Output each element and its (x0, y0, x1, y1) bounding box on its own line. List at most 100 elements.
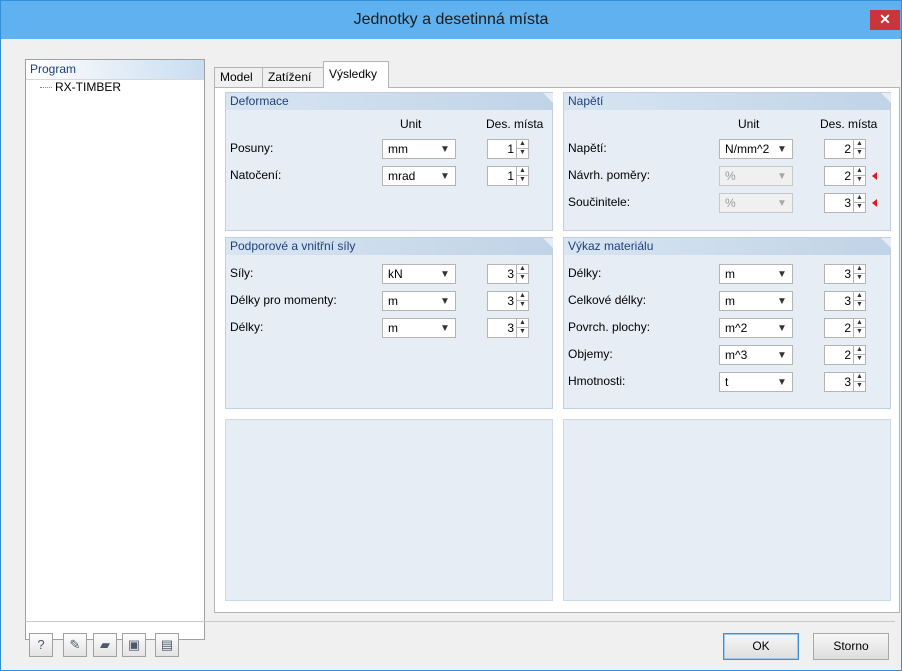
spin-down-icon[interactable]: ▼ (517, 328, 528, 337)
navrh-pomery-label: Návrh. poměry: (568, 168, 651, 182)
spin-down-icon[interactable]: ▼ (517, 149, 528, 158)
spin-up-icon[interactable]: ▲ (517, 265, 528, 274)
vykaz-delky-label: Délky: (568, 266, 602, 280)
sily-decimals-stepper[interactable]: 3 ▲ ▼ (487, 264, 529, 284)
hmotnosti-unit-value: t (725, 375, 729, 389)
objemy-label: Objemy: (568, 347, 613, 361)
tab-model[interactable]: Model (214, 67, 263, 87)
posuny-unit-select[interactable]: mm ▼ (382, 139, 456, 159)
spin-down-icon[interactable]: ▼ (517, 274, 528, 283)
chevron-down-icon: ▼ (777, 296, 787, 307)
save-icon: ▣ (127, 637, 141, 652)
group-napeti: Napětí Unit Des. místa Napětí: N/mm^2 ▼ 2… (563, 92, 891, 231)
chevron-down-icon: ▼ (777, 171, 787, 182)
navrh-pomery-decimals-value: 2 (844, 169, 851, 183)
spin-down-icon[interactable]: ▼ (854, 328, 865, 337)
celkove-delky-unit-select[interactable]: m ▼ (719, 291, 793, 311)
spin-down-icon[interactable]: ▼ (854, 382, 865, 391)
spin-down-icon[interactable]: ▼ (854, 176, 865, 185)
spin-down-icon[interactable]: ▼ (854, 355, 865, 364)
ok-button[interactable]: OK (723, 633, 799, 660)
delky-decimals-stepper[interactable]: 3 ▲ ▼ (487, 318, 529, 338)
hmotnosti-decimals-value: 3 (844, 375, 851, 389)
help-icon: ? (37, 637, 45, 652)
vykaz-delky-unit-select[interactable]: m ▼ (719, 264, 793, 284)
navrh-pomery-decimals-stepper[interactable]: 2 ▲ ▼ (824, 166, 866, 186)
navrh-pomery-unit-value: % (725, 169, 736, 183)
cancel-button[interactable]: Storno (813, 633, 889, 660)
delky-pro-momenty-decimals-stepper[interactable]: 3 ▲ ▼ (487, 291, 529, 311)
group-napeti-title: Napětí (564, 93, 891, 110)
soucinitele-decimals-stepper[interactable]: 3 ▲ ▼ (824, 193, 866, 213)
decimals-column-header: Des. místa (486, 117, 544, 131)
spin-up-icon[interactable]: ▲ (854, 346, 865, 355)
footer-separator (25, 621, 895, 622)
group-vykaz-materialu: Výkaz materiálu Délky: m ▼ 3 ▲ ▼ Celkové dé… (563, 237, 891, 409)
unit-column-header: Unit (738, 117, 760, 131)
spin-up-icon[interactable]: ▲ (517, 319, 528, 328)
hmotnosti-decimals-stepper[interactable]: 3 ▲ ▼ (824, 372, 866, 392)
natoceni-unit-select[interactable]: mrad ▼ (382, 166, 456, 186)
povrch-plochy-decimals-stepper[interactable]: 2 ▲ ▼ (824, 318, 866, 338)
navrh-pomery-unit-select: % ▼ (719, 166, 793, 186)
posuny-label: Posuny: (230, 141, 274, 155)
vykaz-delky-decimals-stepper[interactable]: 3 ▲ ▼ (824, 264, 866, 284)
soucinitele-label: Součinitele: (568, 195, 631, 209)
natoceni-decimals-stepper[interactable]: 1 ▲ ▼ (487, 166, 529, 186)
spin-up-icon[interactable]: ▲ (517, 167, 528, 176)
hmotnosti-unit-select[interactable]: t ▼ (719, 372, 793, 392)
empty-panel-left (225, 419, 553, 601)
soucinitele-unit-value: % (725, 196, 736, 210)
warning-marker-icon (872, 172, 877, 180)
spin-up-icon[interactable]: ▲ (854, 319, 865, 328)
napeti-unit-select[interactable]: N/mm^2 ▼ (719, 139, 793, 159)
spin-down-icon[interactable]: ▼ (854, 274, 865, 283)
copy-settings-icon: ▤ (160, 637, 174, 652)
objemy-decimals-stepper[interactable]: 2 ▲ ▼ (824, 345, 866, 365)
delky-unit-value: m (388, 321, 398, 335)
delky-pro-momenty-unit-select[interactable]: m ▼ (382, 291, 456, 311)
spin-down-icon[interactable]: ▼ (854, 149, 865, 158)
spin-down-icon[interactable]: ▼ (517, 301, 528, 310)
objemy-unit-select[interactable]: m^3 ▼ (719, 345, 793, 365)
spin-up-icon[interactable]: ▲ (517, 292, 528, 301)
celkove-delky-decimals-stepper[interactable]: 3 ▲ ▼ (824, 291, 866, 311)
spin-down-icon[interactable]: ▼ (854, 301, 865, 310)
copy-settings-button[interactable]: ▤ (155, 633, 179, 657)
chevron-down-icon: ▼ (777, 144, 787, 155)
tree-item-rx-timber[interactable]: RX-TIMBER (40, 80, 121, 94)
natoceni-label: Natočení: (230, 168, 282, 182)
edit-button[interactable]: ✎ (63, 633, 87, 657)
chevron-down-icon: ▼ (777, 350, 787, 361)
spin-up-icon[interactable]: ▲ (854, 194, 865, 203)
povrch-plochy-unit-select[interactable]: m^2 ▼ (719, 318, 793, 338)
spin-up-icon[interactable]: ▲ (854, 373, 865, 382)
posuny-unit-value: mm (388, 142, 408, 156)
spin-up-icon[interactable]: ▲ (854, 167, 865, 176)
tab-vysledky[interactable]: Výsledky (323, 61, 389, 88)
help-button[interactable]: ? (29, 633, 53, 657)
napeti-decimals-stepper[interactable]: 2 ▲ ▼ (824, 139, 866, 159)
spin-up-icon[interactable]: ▲ (854, 292, 865, 301)
delky-unit-select[interactable]: m ▼ (382, 318, 456, 338)
tab-zatizeni[interactable]: Zatížení (262, 67, 324, 87)
spin-up-icon[interactable]: ▲ (854, 265, 865, 274)
unit-column-header: Unit (400, 117, 422, 131)
spin-up-icon[interactable]: ▲ (517, 140, 528, 149)
sily-decimals-value: 3 (507, 267, 514, 281)
sily-unit-value: kN (388, 267, 403, 281)
spin-down-icon[interactable]: ▼ (854, 203, 865, 212)
close-button[interactable]: ✕ (870, 10, 900, 30)
save-button[interactable]: ▣ (122, 633, 146, 657)
spin-down-icon[interactable]: ▼ (517, 176, 528, 185)
group-deformace-title: Deformace (226, 93, 553, 110)
posuny-decimals-stepper[interactable]: 1 ▲ ▼ (487, 139, 529, 159)
napeti-label: Napětí: (568, 141, 607, 155)
empty-panel-right (563, 419, 891, 601)
sily-unit-select[interactable]: kN ▼ (382, 264, 456, 284)
open-button[interactable]: ▰ (93, 633, 117, 657)
spin-up-icon[interactable]: ▲ (854, 140, 865, 149)
povrch-plochy-decimals-value: 2 (844, 321, 851, 335)
napeti-decimals-value: 2 (844, 142, 851, 156)
dialog-window: Jednotky a desetinná místa ✕ Program RX-… (0, 0, 902, 671)
